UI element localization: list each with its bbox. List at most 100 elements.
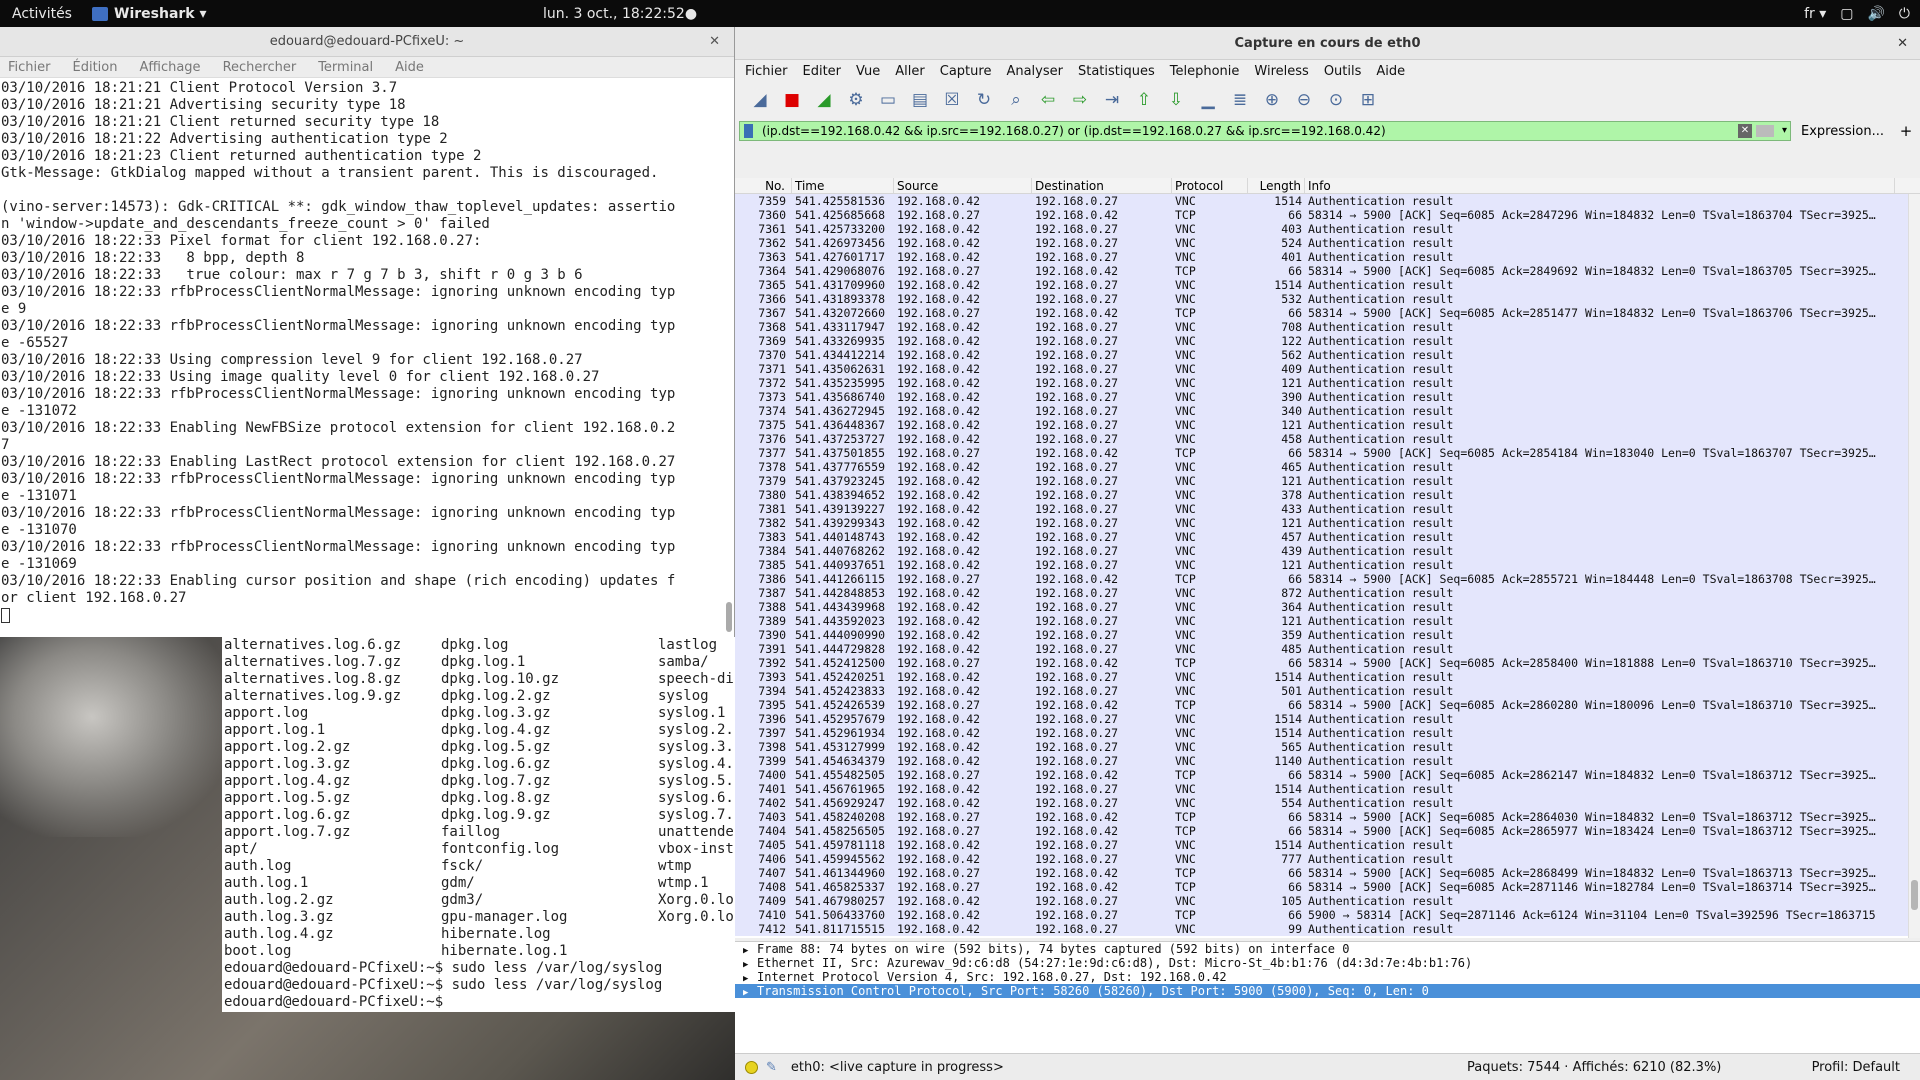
clear-filter-icon[interactable]: ✕	[1738, 124, 1752, 138]
zoom-out-icon[interactable]: ⊖	[1291, 87, 1317, 113]
packet-row[interactable]: 7381 541.439139227 192.168.0.42 192.168.0.2…	[735, 502, 1920, 516]
edit-comment-icon[interactable]: ✎	[766, 1060, 777, 1075]
wireshark-menu-0[interactable]: Fichier	[745, 64, 788, 79]
terminal-menu-3[interactable]: Rechercher	[223, 60, 297, 75]
chevron-down-icon[interactable]: ▾	[1782, 122, 1787, 140]
zoom-in-icon[interactable]: ⊕	[1259, 87, 1285, 113]
packet-row[interactable]: 7409 541.467980257 192.168.0.42 192.168.0.2…	[735, 894, 1920, 908]
bookmark-icon[interactable]	[744, 124, 753, 138]
packet-row[interactable]: 7368 541.433117947 192.168.0.42 192.168.0.2…	[735, 320, 1920, 334]
packet-row[interactable]: 7404 541.458256505 192.168.0.27 192.168.0.4…	[735, 824, 1920, 838]
packet-row[interactable]: 7402 541.456929247 192.168.0.42 192.168.0.2…	[735, 796, 1920, 810]
language-selector[interactable]: fr ▾	[1804, 6, 1826, 22]
open-file-icon[interactable]: ▭	[875, 87, 901, 113]
zoom-reset-icon[interactable]: ⊙	[1323, 87, 1349, 113]
column-header-0[interactable]: No.	[735, 178, 792, 193]
power-icon[interactable]: ⏻	[1899, 6, 1910, 22]
detail-row[interactable]: ▶ Internet Protocol Version 4, Src: 192.1…	[735, 970, 1920, 984]
close-icon[interactable]: ✕	[709, 27, 720, 57]
packet-row[interactable]: 7366 541.431893378 192.168.0.42 192.168.0.2…	[735, 292, 1920, 306]
packet-row[interactable]: 7392 541.452412500 192.168.0.27 192.168.0.4…	[735, 656, 1920, 670]
resize-columns-icon[interactable]: ⊞	[1355, 87, 1381, 113]
scrollbar-thumb[interactable]	[1911, 880, 1918, 910]
packet-list[interactable]: No. Time Source Destination Protocol Length In…	[735, 178, 1920, 938]
wireshark-menu-8[interactable]: Wireless	[1254, 64, 1308, 79]
packet-row[interactable]: 7396 541.452957679 192.168.0.42 192.168.0.2…	[735, 712, 1920, 726]
packet-row[interactable]: 7384 541.440768262 192.168.0.42 192.168.0.2…	[735, 544, 1920, 558]
packet-row[interactable]: 7394 541.452423833 192.168.0.42 192.168.0.2…	[735, 684, 1920, 698]
packet-list-scrollbar[interactable]	[1908, 194, 1920, 938]
capture-options-icon[interactable]: ⚙	[843, 87, 869, 113]
packet-row[interactable]: 7385 541.440937651 192.168.0.42 192.168.0.2…	[735, 558, 1920, 572]
packet-row[interactable]: 7359 541.425581536 192.168.0.42 192.168.0.2…	[735, 194, 1920, 208]
packet-row[interactable]: 7400 541.455482505 192.168.0.27 192.168.0.4…	[735, 768, 1920, 782]
packet-row[interactable]: 7383 541.440148743 192.168.0.42 192.168.0.2…	[735, 530, 1920, 544]
packet-row[interactable]: 7379 541.437923245 192.168.0.42 192.168.0.2…	[735, 474, 1920, 488]
autoscroll-icon[interactable]: ▁	[1195, 87, 1221, 113]
wireshark-window[interactable]: Capture en cours de eth0 ✕ Fichier Editer…	[735, 27, 1920, 1080]
terminal-menu-0[interactable]: Fichier	[8, 60, 51, 75]
window-icon[interactable]: ▢	[1840, 6, 1853, 22]
last-packet-icon[interactable]: ⇩	[1163, 87, 1189, 113]
packet-row[interactable]: 7397 541.452961934 192.168.0.42 192.168.0.2…	[735, 726, 1920, 740]
detail-row[interactable]: ▶ Frame 88: 74 bytes on wire (592 bits), …	[735, 942, 1920, 956]
column-header-4[interactable]: Protocol	[1172, 178, 1248, 193]
restart-capture-icon[interactable]: ◢	[811, 87, 837, 113]
packet-row[interactable]: 7365 541.431709960 192.168.0.42 192.168.0.2…	[735, 278, 1920, 292]
expression-button[interactable]: Expression...	[1791, 124, 1896, 139]
forward-arrow-icon[interactable]: ⇨	[1067, 87, 1093, 113]
terminal-menu-5[interactable]: Aide	[395, 60, 424, 75]
column-header-1[interactable]: Time	[792, 178, 894, 193]
packet-row[interactable]: 7388 541.443439968 192.168.0.42 192.168.0.2…	[735, 600, 1920, 614]
close-file-icon[interactable]: ☒	[939, 87, 965, 113]
packet-row[interactable]: 7371 541.435062631 192.168.0.42 192.168.0.2…	[735, 362, 1920, 376]
wireshark-menu-10[interactable]: Aide	[1376, 64, 1405, 79]
column-header-2[interactable]: Source	[894, 178, 1032, 193]
packet-row[interactable]: 7382 541.439299343 192.168.0.42 192.168.0.2…	[735, 516, 1920, 530]
packet-row[interactable]: 7387 541.442848853 192.168.0.42 192.168.0.2…	[735, 586, 1920, 600]
packet-row[interactable]: 7362 541.426973456 192.168.0.42 192.168.0.2…	[735, 236, 1920, 250]
terminal-ls-output[interactable]: alternatives.log.6.gz alternatives.log.7.…	[222, 637, 735, 1012]
packet-row[interactable]: 7405 541.459781118 192.168.0.42 192.168.0.2…	[735, 838, 1920, 852]
terminal-titlebar[interactable]: edouard@edouard-PCfixeU: ~ ✕	[0, 27, 734, 57]
apply-filter-icon[interactable]	[1756, 125, 1774, 137]
detail-row[interactable]: ▶ Ethernet II, Src: Azurewav_9d:c6:d8 (54…	[735, 956, 1920, 970]
expert-info-icon[interactable]	[745, 1060, 758, 1074]
column-header-5[interactable]: Length	[1248, 178, 1305, 193]
packet-row[interactable]: 7377 541.437501855 192.168.0.27 192.168.0.4…	[735, 446, 1920, 460]
colorize-icon[interactable]: ≣	[1227, 87, 1253, 113]
packet-row[interactable]: 7401 541.456761965 192.168.0.42 192.168.0.2…	[735, 782, 1920, 796]
packet-row[interactable]: 7393 541.452420251 192.168.0.42 192.168.0.2…	[735, 670, 1920, 684]
packet-row[interactable]: 7410 541.506433760 192.168.0.42 192.168.0.2…	[735, 908, 1920, 922]
save-file-icon[interactable]: ▤	[907, 87, 933, 113]
packet-details[interactable]: ▶ Frame 88: 74 bytes on wire (592 bits), …	[735, 941, 1920, 1066]
expand-arrow-icon[interactable]: ▶	[743, 986, 757, 1000]
packet-row[interactable]: 7403 541.458240208 192.168.0.27 192.168.0.4…	[735, 810, 1920, 824]
packet-row[interactable]: 7391 541.444729828 192.168.0.42 192.168.0.2…	[735, 642, 1920, 656]
terminal-output[interactable]: 03/10/2016 18:21:21 Client Protocol Vers…	[0, 78, 734, 624]
packet-row[interactable]: 7367 541.432072660 192.168.0.27 192.168.0.4…	[735, 306, 1920, 320]
wireshark-menu-3[interactable]: Aller	[895, 64, 924, 79]
wireshark-menu-4[interactable]: Capture	[940, 64, 992, 79]
packet-row[interactable]: 7386 541.441266115 192.168.0.27 192.168.0.4…	[735, 572, 1920, 586]
wireshark-menu-9[interactable]: Outils	[1324, 64, 1362, 79]
packet-row[interactable]: 7412 541.811715515 192.168.0.42 192.168.0.2…	[735, 922, 1920, 936]
packet-row[interactable]: 7389 541.443592023 192.168.0.42 192.168.0.2…	[735, 614, 1920, 628]
display-filter-input[interactable]: (ip.dst==192.168.0.42 && ip.src==192.168…	[739, 121, 1791, 141]
column-header-3[interactable]: Destination	[1032, 178, 1172, 193]
packet-row[interactable]: 7399 541.454634379 192.168.0.42 192.168.0.2…	[735, 754, 1920, 768]
column-header-6[interactable]: Info	[1305, 178, 1895, 193]
wireshark-menu-6[interactable]: Statistiques	[1078, 64, 1155, 79]
stop-capture-icon[interactable]: ■	[779, 87, 805, 113]
terminal-scrollbar[interactable]	[726, 602, 732, 632]
volume-icon[interactable]: 🔊	[1867, 6, 1884, 22]
packet-row[interactable]: 7398 541.453127999 192.168.0.42 192.168.0.2…	[735, 740, 1920, 754]
packet-row[interactable]: 7376 541.437253727 192.168.0.42 192.168.0.2…	[735, 432, 1920, 446]
packet-row[interactable]: 7395 541.452426539 192.168.0.27 192.168.0.4…	[735, 698, 1920, 712]
reload-icon[interactable]: ↻	[971, 87, 997, 113]
terminal-menu-1[interactable]: Édition	[73, 60, 118, 75]
add-filter-button[interactable]: +	[1896, 122, 1916, 140]
wireshark-menu-7[interactable]: Telephonie	[1170, 64, 1240, 79]
packet-row[interactable]: 7406 541.459945562 192.168.0.42 192.168.0.2…	[735, 852, 1920, 866]
packet-row[interactable]: 7364 541.429068076 192.168.0.27 192.168.0.4…	[735, 264, 1920, 278]
